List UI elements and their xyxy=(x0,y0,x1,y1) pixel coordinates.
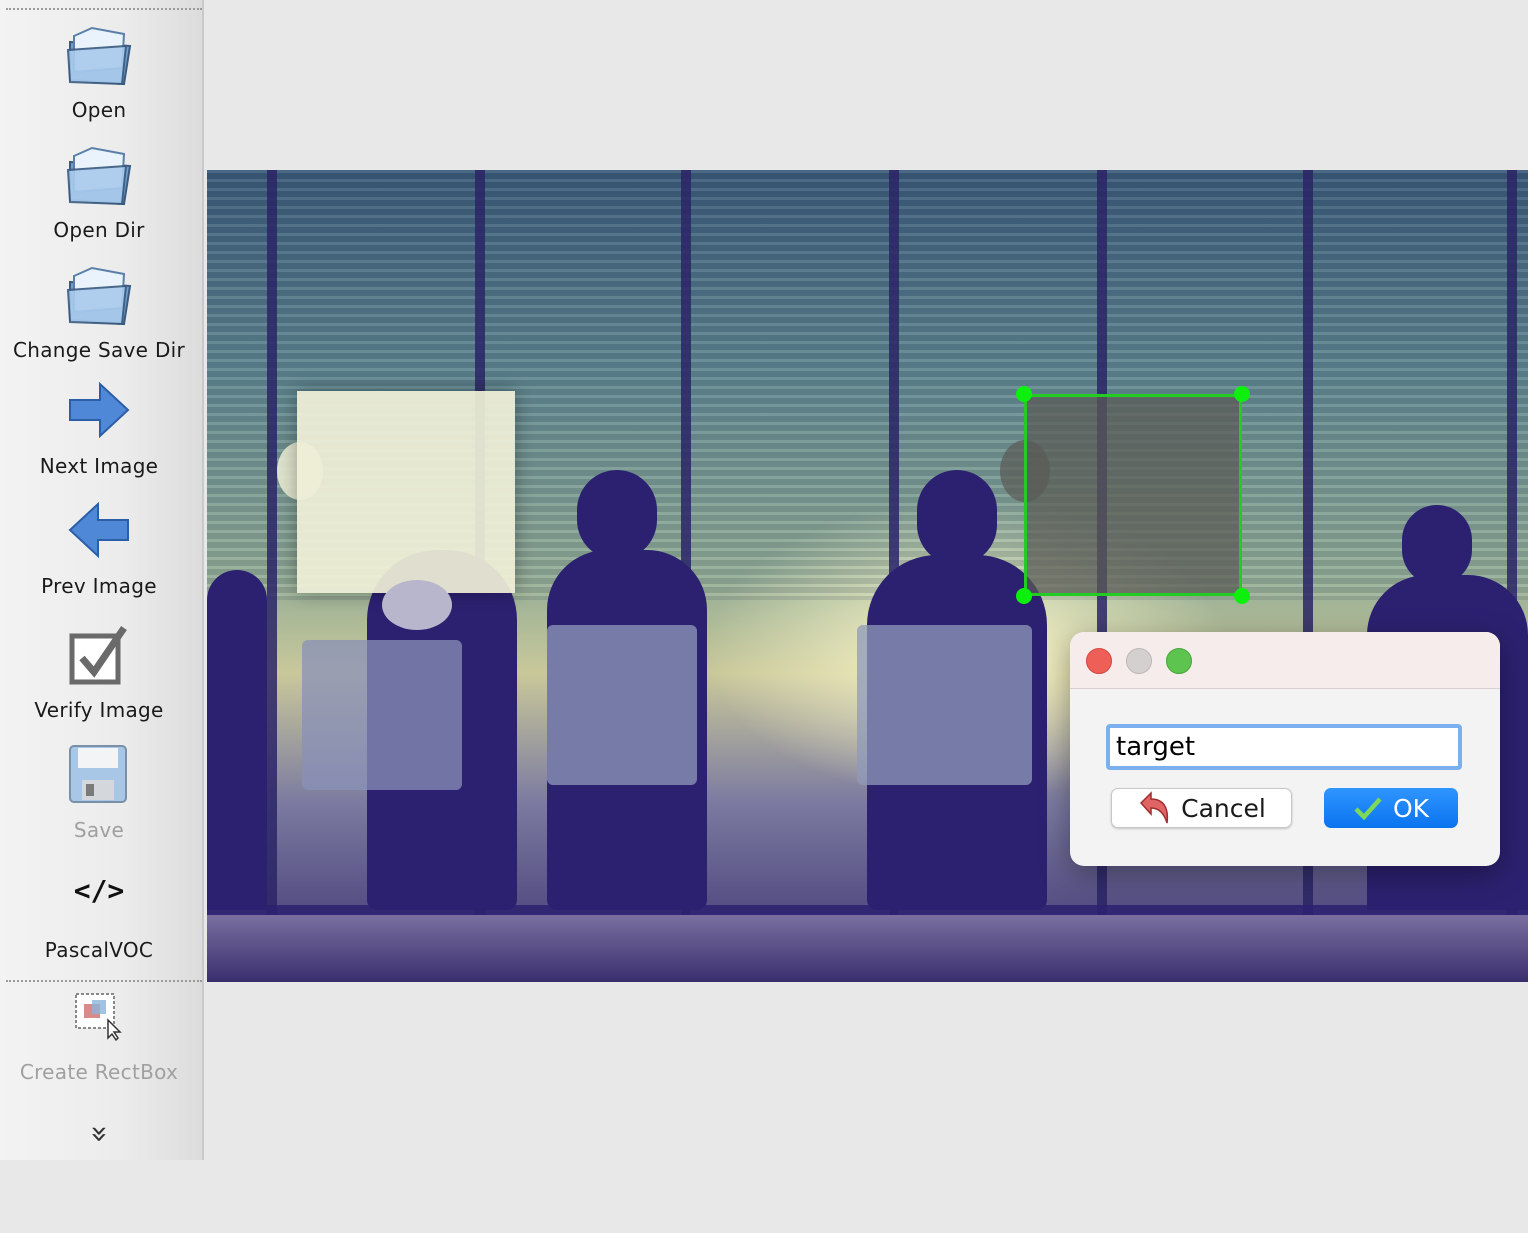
prev-image-label: Prev Image xyxy=(41,574,157,598)
puzzle-piece-light xyxy=(297,391,515,593)
folder-icon xyxy=(66,26,132,86)
resize-handle-bottom-left[interactable] xyxy=(1016,588,1032,604)
resize-handle-bottom-right[interactable] xyxy=(1234,588,1250,604)
next-image-label: Next Image xyxy=(39,454,159,478)
folder-icon xyxy=(66,146,132,206)
resize-handle-top-left[interactable] xyxy=(1016,386,1032,402)
chair xyxy=(547,625,697,785)
toolbar: Open Open Dir Change Save Dir Next Image… xyxy=(0,0,204,1160)
arrow-left-icon xyxy=(68,501,129,559)
ok-label: OK xyxy=(1392,793,1430,823)
chair xyxy=(302,640,462,790)
table-reflection xyxy=(207,915,1528,982)
chevron-double-down-icon[interactable]: » xyxy=(82,1035,117,1233)
minimize-window-button[interactable] xyxy=(1126,648,1152,674)
label-dialog: Cancel OK xyxy=(1070,632,1500,866)
puzzle-piece-notch xyxy=(382,580,452,630)
save-label: Save xyxy=(73,818,125,842)
change-save-dir-label: Change Save Dir xyxy=(12,338,186,362)
checkmark-icon xyxy=(1354,797,1382,821)
person-head xyxy=(1402,505,1472,585)
ok-button[interactable]: OK xyxy=(1324,788,1458,828)
code-icon: </> xyxy=(73,874,125,907)
person-head xyxy=(577,470,657,560)
zoom-window-button[interactable] xyxy=(1166,648,1192,674)
toolbar-separator xyxy=(6,980,202,982)
window-mullion xyxy=(267,170,277,982)
folder-icon xyxy=(66,266,132,326)
cancel-button[interactable]: Cancel xyxy=(1111,788,1292,828)
person-silhouette xyxy=(207,570,267,910)
toolbar-grip[interactable] xyxy=(6,8,202,10)
label-input[interactable] xyxy=(1106,724,1462,770)
verify-image-label: Verify Image xyxy=(34,698,164,722)
chair xyxy=(857,625,1032,785)
cancel-label: Cancel xyxy=(1181,793,1266,823)
person-head xyxy=(917,470,997,565)
floppy-disk-icon xyxy=(69,745,127,803)
dialog-titlebar[interactable] xyxy=(1070,632,1500,689)
checkbox-icon xyxy=(69,626,127,685)
open-dir-label: Open Dir xyxy=(53,218,145,242)
format-label: PascalVOC xyxy=(44,938,154,962)
resize-handle-top-right[interactable] xyxy=(1234,386,1250,402)
arrow-right-icon xyxy=(69,381,130,439)
close-window-button[interactable] xyxy=(1086,648,1112,674)
open-label: Open xyxy=(71,98,127,122)
annotation-rectangle[interactable] xyxy=(1024,394,1242,596)
undo-arrow-icon xyxy=(1140,791,1169,824)
